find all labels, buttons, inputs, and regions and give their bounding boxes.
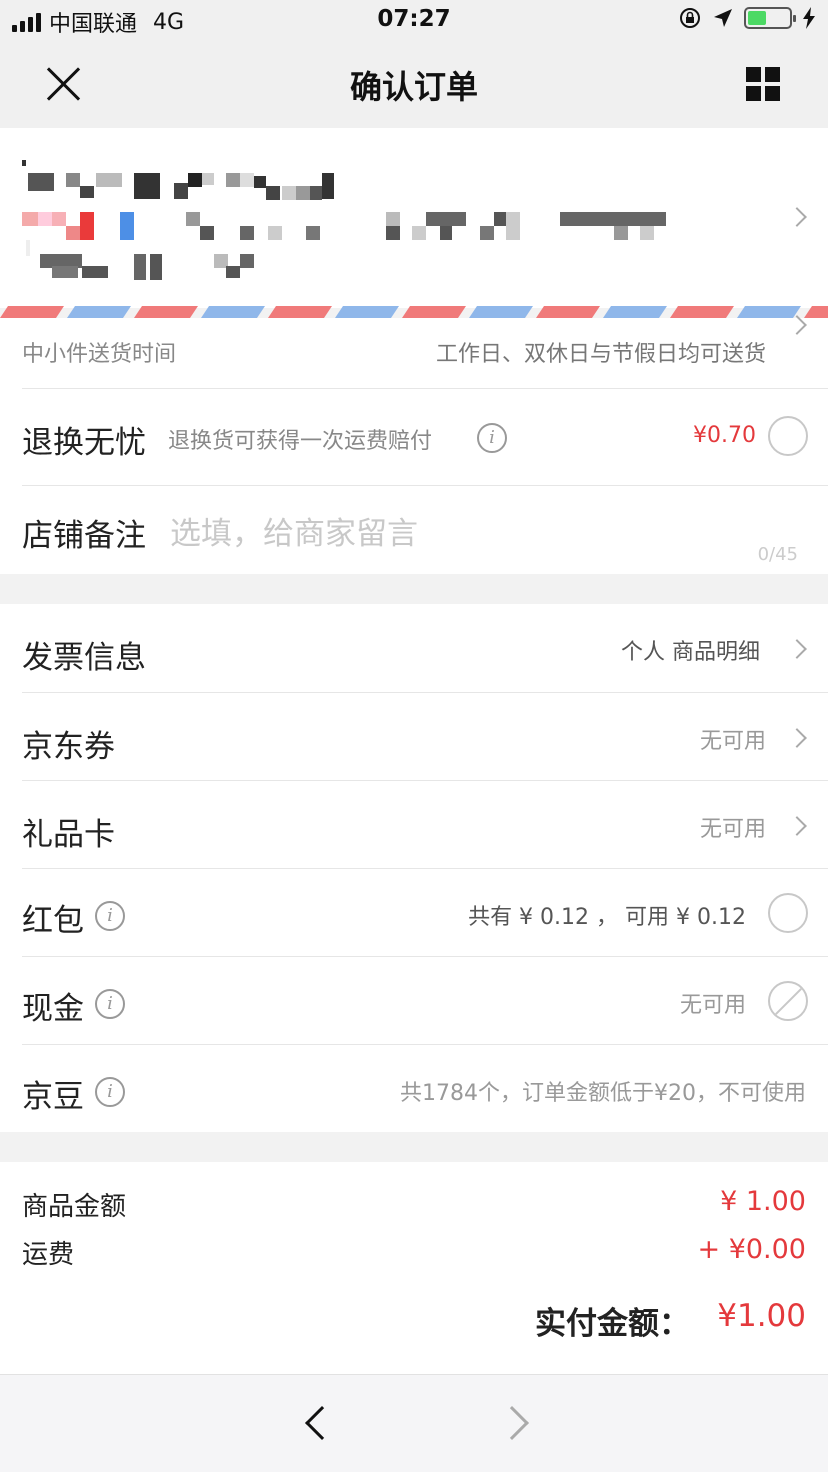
delivery-label: 中小件送货时间 [22,342,177,367]
address-chevron-icon [787,207,807,227]
info-icon[interactable]: i [95,989,125,1019]
invoice-chevron-icon [787,639,807,659]
jd-beans-row[interactable]: 京豆 i 共1784个，订单金额低于¥20，不可使用 [0,1045,828,1132]
store-note-row[interactable]: 店铺备注 选填，给商家留言 0/45 [0,486,828,574]
back-arrow-icon[interactable] [305,1406,339,1440]
gift-card-row[interactable]: 礼品卡 无可用 [0,781,828,868]
delivery-time-row[interactable]: 中小件送货时间 工作日、双休日与节假日均可送货 [0,315,828,388]
cash-label: 现金 [22,991,84,1027]
red-envelope-select-radio[interactable] [768,893,808,933]
invoice-value: 个人 商品明细 [621,640,760,665]
jd-coupon-value: 无可用 [699,729,766,754]
status-bar: 中国联通 4G 07:27 [0,0,828,40]
shipping-value: + ¥0.00 [697,1234,806,1265]
store-note-counter: 0/45 [757,544,798,565]
store-note-input[interactable]: 选填，给商家留言 [170,508,418,553]
payment-options-card: 发票信息 个人 商品明细 京东券 无可用 礼品卡 无可用 红包 i 共有 ¥ 0… [0,604,828,1132]
jd-coupon-chevron-icon [787,728,807,748]
return-select-radio[interactable] [768,416,808,456]
page-title: 确认订单 [349,68,478,106]
red-envelope-row[interactable]: 红包 i 共有 ¥ 0.12 ， 可用 ¥ 0.12 [0,869,828,956]
order-options-card: 中小件送货时间 工作日、双休日与节假日均可送货 退换无忧 退换货可获得一次运费赔… [0,315,828,574]
info-icon[interactable]: i [477,423,507,453]
total-value: ¥1.00 [717,1298,806,1334]
red-envelope-label: 红包 [22,903,84,939]
cash-value: 无可用 [679,993,746,1018]
invoice-row[interactable]: 发票信息 个人 商品明细 [0,604,828,692]
status-right [678,6,816,30]
delivery-value: 工作日、双休日与节假日均可送货 [435,342,766,367]
order-summary-card: 商品金额 ¥ 1.00 运费 + ¥0.00 实付金额： ¥1.00 [0,1162,828,1374]
more-menu-icon[interactable] [746,67,780,101]
forward-arrow-icon[interactable] [495,1406,529,1440]
battery-icon [744,7,796,29]
address-card[interactable] [0,128,828,308]
invoice-label: 发票信息 [22,640,146,676]
airmail-divider [0,306,828,318]
goods-amount-value: ¥ 1.00 [720,1186,806,1217]
cash-row[interactable]: 现金 i 无可用 [0,957,828,1044]
shipping-label: 运费 [22,1240,75,1270]
return-worry-free-row[interactable]: 退换无忧 退换货可获得一次运费赔付 i ¥0.70 [0,389,828,485]
location-icon [714,9,732,27]
return-desc: 退换货可获得一次运费赔付 [168,429,433,454]
jd-coupon-label: 京东券 [22,729,115,765]
gift-card-value: 无可用 [699,817,766,842]
orientation-lock-icon [680,8,700,28]
goods-amount-label: 商品金额 [22,1192,127,1222]
jd-beans-label: 京豆 [22,1079,84,1115]
charging-icon [803,7,815,29]
gift-card-chevron-icon [787,816,807,836]
jd-beans-value: 共1784个，订单金额低于¥20，不可使用 [400,1081,806,1106]
nav-bar: 确认订单 [0,40,828,128]
red-envelope-value: 共有 ¥ 0.12 ， 可用 ¥ 0.12 [468,905,746,930]
delivery-chevron-icon [787,315,807,335]
total-label: 实付金额： [535,1306,690,1342]
return-price: ¥0.70 [693,423,756,448]
cash-disabled-icon [768,981,808,1021]
browser-toolbar [0,1374,828,1472]
store-note-label: 店铺备注 [22,518,146,554]
jd-coupon-row[interactable]: 京东券 无可用 [0,693,828,780]
info-icon[interactable]: i [95,1077,125,1107]
return-label: 退换无忧 [22,425,146,461]
info-icon[interactable]: i [95,901,125,931]
gift-card-label: 礼品卡 [22,817,115,853]
